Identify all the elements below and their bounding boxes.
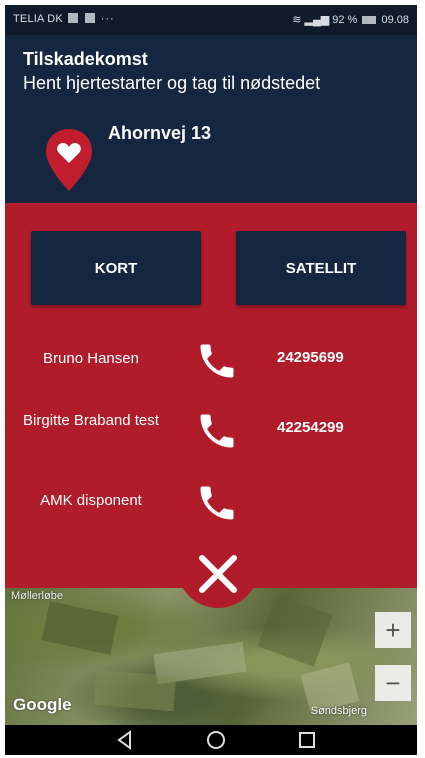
contact-number[interactable]: 42254299 xyxy=(277,419,344,436)
incident-header: Tilskadekomst Hent hjertestarter og tag … xyxy=(5,35,417,203)
phone-icon[interactable] xyxy=(195,481,239,525)
more-notifications-label: ··· xyxy=(100,13,115,25)
signal-icon: ▂▄▆ xyxy=(304,14,330,26)
app-screen: TELIA DK ··· ≋ ▂▄▆ 92 % 09.08 Tilskadeko… xyxy=(5,5,417,755)
contact-row: Birgitte Braband test 42254299 xyxy=(5,403,417,463)
map-view-button[interactable]: KORT xyxy=(31,231,201,305)
system-nav-bar xyxy=(5,725,417,755)
battery-label: 92 % xyxy=(332,14,358,26)
phone-icon[interactable] xyxy=(195,339,239,383)
map-place-label: Møllerløbe xyxy=(11,590,63,602)
contact-name: Bruno Hansen xyxy=(43,350,139,367)
map-field xyxy=(41,601,119,655)
back-icon[interactable] xyxy=(110,728,140,752)
notification-icon xyxy=(68,13,79,23)
home-icon[interactable] xyxy=(201,728,231,752)
contact-row: Bruno Hansen 24295699 xyxy=(5,333,417,393)
phone-icon[interactable] xyxy=(195,409,239,453)
map-view[interactable]: Møllerløbe + − Google Søndsbjerg xyxy=(5,588,417,725)
map-field xyxy=(93,669,177,712)
close-button[interactable] xyxy=(177,548,259,608)
wifi-icon: ≋ xyxy=(292,14,302,26)
map-field xyxy=(257,594,333,667)
status-bar: TELIA DK ··· ≋ ▂▄▆ 92 % 09.08 xyxy=(5,5,417,35)
contact-number[interactable]: 24295699 xyxy=(277,349,344,366)
incident-title: Tilskadekomst xyxy=(23,49,148,69)
clock-label: 09.08 xyxy=(381,14,409,26)
map-pin-heart-icon xyxy=(46,129,92,191)
mail-icon xyxy=(85,13,96,23)
battery-icon xyxy=(362,16,377,24)
incident-address: Ahornvej 13 xyxy=(108,123,212,143)
incident-instructions: Hent hjertestarter og tag til nødstedet xyxy=(23,73,321,93)
zoom-in-button[interactable]: + xyxy=(375,612,411,648)
zoom-out-button[interactable]: − xyxy=(375,665,411,701)
contact-name: Birgitte Braband test xyxy=(23,412,159,429)
status-right: ≋ ▂▄▆ 92 % 09.08 xyxy=(292,13,409,26)
status-left: TELIA DK ··· xyxy=(13,13,115,25)
alert-panel: KORT SATELLIT Bruno Hansen 24295699 Birg… xyxy=(5,203,417,588)
carrier-label: TELIA DK xyxy=(13,13,63,25)
recents-icon[interactable] xyxy=(292,728,322,752)
close-icon xyxy=(199,555,237,593)
google-logo: Google xyxy=(13,695,72,714)
contact-name: AMK disponent xyxy=(40,492,142,509)
satellite-view-button[interactable]: SATELLIT xyxy=(236,231,406,305)
contact-row: AMK disponent xyxy=(5,475,417,535)
map-place-label: Søndsbjerg xyxy=(310,705,367,717)
